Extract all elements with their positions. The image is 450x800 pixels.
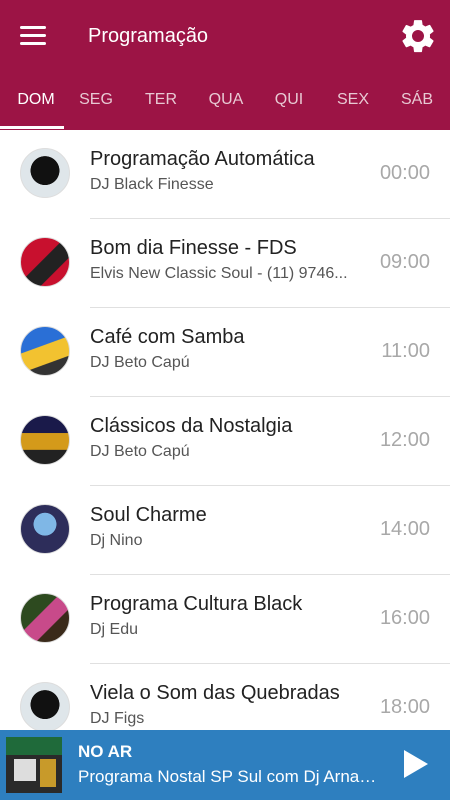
show-host: DJ Beto Capú [90,354,190,371]
show-avatar [20,415,70,465]
show-title: Viela o Som das Quebradas [90,682,340,704]
show-time: 09:00 [379,251,430,273]
page-title: Programação [88,25,209,47]
tab-sab[interactable]: SÁB [385,72,449,130]
now-playing-artwork [6,737,62,793]
list-item[interactable]: Café com Samba DJ Beto Capú 11:00 [0,308,450,397]
now-playing-title: Programa Nostal SP Sul com Dj Arnaldo [78,767,378,786]
show-avatar [20,148,70,198]
show-host: Dj Edu [90,621,139,638]
tab-seg[interactable]: SEG [64,72,128,130]
list-item[interactable]: Soul Charme Dj Nino 14:00 [0,486,450,575]
menu-icon[interactable] [16,20,54,52]
show-avatar [20,682,70,730]
show-avatar [20,326,70,376]
show-title: Clássicos da Nostalgia [90,415,293,437]
show-title: Programação Automática [90,148,315,170]
list-item[interactable]: Programação Automática DJ Black Finesse … [0,130,450,219]
day-tabs: DOM SEG TER QUA QUI SEX SÁB [0,72,450,130]
show-time: 18:00 [379,696,430,718]
show-time: 12:00 [379,429,430,451]
tab-qui[interactable]: QUI [257,72,321,130]
show-host: Dj Nino [90,532,143,549]
show-host: DJ Figs [90,710,145,727]
show-host: DJ Beto Capú [90,443,190,460]
mini-player[interactable]: NO AR Programa Nostal SP Sul com Dj Arna… [0,730,450,800]
tab-qua[interactable]: QUA [194,72,258,130]
show-time: 00:00 [379,162,430,184]
show-avatar [20,504,70,554]
tab-ter[interactable]: TER [129,72,193,130]
schedule-list[interactable]: Programação Automática DJ Black Finesse … [0,130,450,730]
gear-icon[interactable] [398,16,438,56]
show-time: 16:00 [379,607,430,629]
show-avatar [20,593,70,643]
tab-dom[interactable]: DOM [4,72,68,130]
list-item[interactable]: Programa Cultura Black Dj Edu 16:00 [0,575,450,664]
list-item[interactable]: Bom dia Finesse - FDS Elvis New Classic … [0,219,450,308]
show-time: 14:00 [379,518,430,540]
show-title: Soul Charme [90,504,207,526]
show-time: 11:00 [381,340,430,362]
show-title: Café com Samba [90,326,245,348]
on-air-label: NO AR [78,742,133,761]
tab-sex[interactable]: SEX [321,72,385,130]
show-avatar [20,237,70,287]
active-tab-indicator [0,126,64,129]
show-title: Bom dia Finesse - FDS [90,237,297,259]
play-icon[interactable] [398,746,432,782]
show-host: DJ Black Finesse [90,176,214,193]
app-bar: Programação [0,0,450,72]
list-item[interactable]: Clássicos da Nostalgia DJ Beto Capú 12:0… [0,397,450,486]
list-item[interactable]: Viela o Som das Quebradas DJ Figs 18:00 [0,664,450,730]
show-title: Programa Cultura Black [90,593,303,615]
show-host: Elvis New Classic Soul - (11) 9746... [90,265,348,282]
